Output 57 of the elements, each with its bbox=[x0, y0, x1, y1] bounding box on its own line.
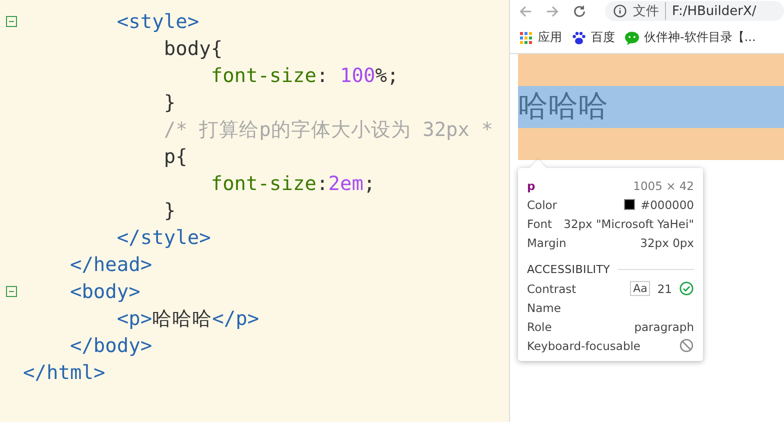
html-tag: </style> bbox=[116, 226, 211, 249]
paw-icon bbox=[571, 30, 587, 46]
property-label: Role bbox=[527, 320, 552, 334]
chat-bubble-icon bbox=[624, 30, 640, 46]
info-icon[interactable] bbox=[613, 4, 627, 18]
reload-icon[interactable] bbox=[572, 4, 587, 18]
css-value: 100 bbox=[340, 64, 376, 87]
html-tag: </head> bbox=[70, 253, 152, 276]
property-value: paragraph bbox=[634, 320, 694, 334]
text-content: 哈哈哈 bbox=[152, 307, 212, 330]
bookmark-item[interactable]: 百度 bbox=[571, 29, 615, 46]
contrast-ratio: 21 bbox=[656, 282, 673, 296]
back-arrow-icon[interactable] bbox=[518, 4, 533, 18]
html-tag: </html> bbox=[23, 361, 106, 384]
property-label: Name bbox=[527, 300, 561, 314]
punctuation: : bbox=[316, 172, 328, 195]
bookmark-item[interactable]: 伙伴神-软件目录【... bbox=[624, 29, 756, 46]
property-label: Color bbox=[527, 198, 558, 212]
punctuation: : bbox=[316, 64, 330, 87]
html-tag: <style> bbox=[116, 10, 200, 33]
property-value: 32px "Microsoft YaHei" bbox=[564, 216, 694, 230]
fold-toggle-icon[interactable] bbox=[5, 15, 18, 28]
html-tag: </body> bbox=[70, 334, 152, 357]
forward-arrow-icon[interactable] bbox=[545, 4, 560, 18]
element-tag: p bbox=[527, 178, 536, 192]
html-tag: <p> bbox=[116, 307, 152, 330]
html-tag: </p> bbox=[212, 307, 260, 330]
css-selector: body{ bbox=[164, 37, 223, 60]
code-comment: /* 打算给p的字体大小设为 32px * bbox=[164, 118, 494, 141]
element-size: 1005 × 42 bbox=[633, 178, 694, 192]
css-selector: p{ bbox=[164, 145, 188, 168]
scheme-label: 文件 bbox=[633, 2, 666, 20]
color-swatch bbox=[624, 199, 636, 210]
url-text: F:/HBuilderX/ bbox=[672, 4, 756, 18]
css-property: font-size bbox=[210, 172, 316, 195]
section-heading: ACCESSIBILITY bbox=[527, 263, 610, 276]
property-label: Font bbox=[527, 216, 552, 230]
address-bar[interactable]: 文件 F:/HBuilderX/ bbox=[605, 1, 784, 21]
css-value: 2em bbox=[328, 172, 364, 195]
property-label: Keyboard-focusable bbox=[527, 338, 641, 352]
check-circle-icon bbox=[679, 281, 694, 296]
punctuation: %; bbox=[375, 64, 399, 87]
punctuation: ; bbox=[363, 172, 376, 195]
css-selector: } bbox=[164, 199, 176, 222]
fold-toggle-icon[interactable] bbox=[5, 285, 18, 298]
contrast-sample: Aa bbox=[630, 281, 650, 296]
no-entry-icon bbox=[679, 338, 694, 353]
css-property: font-size bbox=[210, 64, 316, 87]
property-value: #000000 bbox=[640, 198, 694, 212]
property-label: Contrast bbox=[527, 282, 576, 296]
bookmark-item[interactable]: 应用 bbox=[518, 29, 562, 46]
paragraph-text: 哈哈哈 bbox=[518, 88, 608, 126]
css-selector: } bbox=[164, 91, 176, 114]
apps-grid-icon bbox=[518, 30, 534, 46]
property-value: 32px 0px bbox=[640, 236, 694, 250]
property-label: Margin bbox=[527, 236, 566, 250]
html-tag: <body> bbox=[70, 280, 140, 303]
